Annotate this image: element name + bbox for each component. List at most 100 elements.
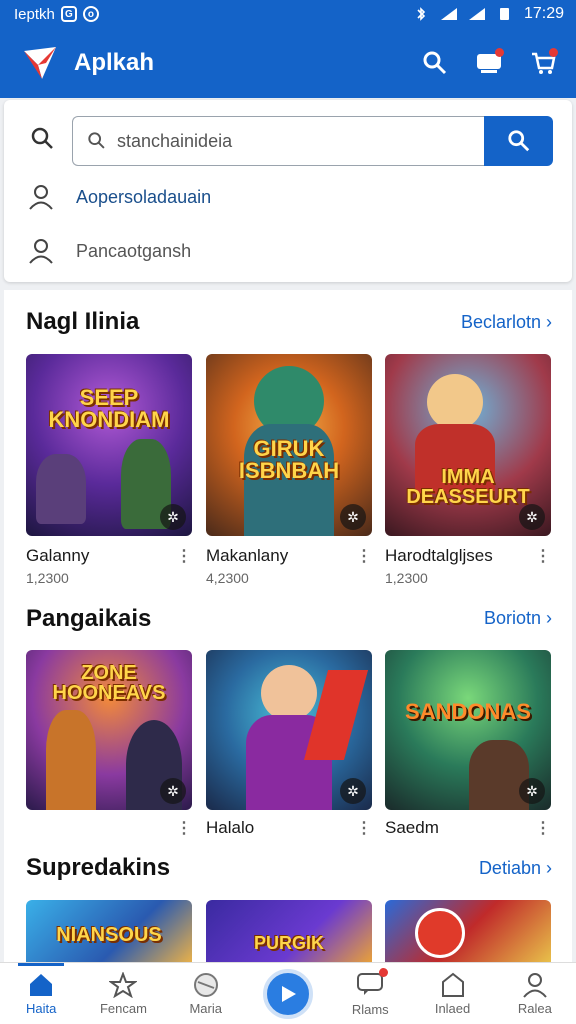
play-button[interactable] — [262, 968, 313, 1019]
chevron-right-icon: › — [546, 608, 552, 628]
person-icon — [29, 239, 53, 264]
signal-icon-2 — [468, 8, 485, 20]
game-thumbnail: ✲ — [206, 650, 372, 810]
search-input[interactable]: stanchainideia — [72, 116, 484, 166]
person-icon — [29, 185, 53, 210]
section-link-label: Detiabn — [478, 858, 541, 878]
game-art-title: SANDONAS — [405, 699, 531, 725]
section-title: Supredakins — [26, 854, 171, 881]
nav-item-favorites[interactable]: Fencam — [82, 963, 164, 1024]
nav-item-messages[interactable]: Rlams — [329, 963, 411, 1024]
section-link-label: Beclarlotn — [460, 312, 541, 332]
app-notification-icon: G — [60, 6, 77, 22]
search-button[interactable] — [420, 48, 450, 78]
status-bar: Ieptkh G o 17:29 — [0, 0, 576, 28]
more-options-icon[interactable]: ⋮ — [176, 818, 192, 838]
game-name: Saedm — [385, 818, 439, 837]
more-options-icon[interactable]: ⋮ — [176, 546, 192, 566]
game-art-title: ZONE HOONEAVS — [52, 661, 166, 704]
nav-label: Inlaed — [434, 1000, 471, 1016]
game-name: Harodtalgljses — [385, 546, 493, 565]
notification-dot — [495, 48, 504, 57]
game-card[interactable]: NIANSOUS — [26, 900, 192, 962]
battery-icon — [499, 8, 509, 20]
app-bar: Aplkah — [0, 28, 576, 98]
globe-icon — [193, 972, 218, 997]
suggestion-label: Aopersoladauain — [76, 186, 212, 207]
app-logo-icon — [24, 47, 56, 79]
game-name: Halalo — [206, 818, 255, 837]
nav-item-explore[interactable]: Maria — [165, 963, 247, 1024]
game-card[interactable]: PURGIK — [206, 900, 372, 962]
game-thumbnail: SANDONAS ✲ — [385, 650, 551, 810]
cart-button[interactable] — [528, 48, 558, 78]
more-options-icon[interactable]: ⋮ — [535, 818, 551, 838]
game-thumbnail: PURGIK — [206, 900, 372, 962]
search-icon — [88, 132, 105, 149]
home-icon — [30, 973, 53, 996]
nav-label: Rlams — [351, 1002, 389, 1017]
search-panel: stanchainideia Aopersoladauain Pancaotga… — [4, 100, 572, 282]
nav-label: Fencam — [99, 1000, 147, 1016]
game-name: Galanny — [26, 546, 90, 565]
search-suggestion[interactable]: Aopersoladauain — [28, 184, 211, 210]
section-see-all-link[interactable]: Boriotn › — [484, 608, 552, 629]
profile-icon — [523, 972, 547, 998]
nav-item-profile[interactable]: Ralea — [494, 963, 576, 1024]
game-thumbnail: GIRUK ISBNBAH ✲ — [206, 354, 372, 536]
game-card[interactable]: SANDONAS ✲ Saedm ⋮ — [385, 650, 551, 840]
bottom-navigation: Haita Fencam Maria Rlams Inlaed Ralea — [0, 962, 576, 1024]
play-icon — [281, 985, 296, 1002]
game-art-title: IMMA DEASSEURT — [406, 465, 530, 508]
download-count: 1,2300 — [26, 570, 69, 586]
game-art-title: SEEP KNONDIAM — [48, 384, 170, 432]
game-card[interactable]: SEEP KNONDIAM ✲ Galanny 1,2300 ⋮ — [26, 354, 192, 594]
nav-label: Ralea — [517, 1000, 552, 1016]
section-title: Nagl Ilinia — [26, 308, 140, 335]
game-art-title: NIANSOUS — [56, 923, 162, 946]
game-card[interactable]: GIRUK ISBNBAH ✲ Makanlany 4,2300 ⋮ — [206, 354, 372, 594]
game-card[interactable]: IMMA DEASSEURT ✲ Harodtalgljses 1,2300 ⋮ — [385, 354, 551, 594]
gear-icon: ✲ — [519, 778, 545, 804]
search-placeholder: stanchainideia — [117, 130, 233, 151]
game-art-title: GIRUK ISBNBAH — [238, 435, 340, 483]
notification-dot — [549, 48, 558, 57]
download-count: 4,2300 — [206, 570, 249, 586]
gear-icon: ✲ — [160, 504, 186, 530]
bluetooth-icon — [417, 7, 426, 21]
nav-item-home[interactable]: Haita — [0, 963, 82, 1024]
chevron-right-icon: › — [546, 858, 552, 878]
clock: 17:29 — [523, 5, 564, 22]
game-thumbnail: ZONE HOONEAVS ✲ — [26, 650, 192, 810]
game-card[interactable]: ZONE HOONEAVS ✲ ⋮ — [26, 650, 192, 840]
section-see-all-link[interactable]: Beclarlotn › — [461, 312, 552, 333]
search-suggestion[interactable]: Pancaotgansh — [28, 238, 191, 264]
game-thumbnail: SEEP KNONDIAM ✲ — [26, 354, 192, 536]
section-title: Pangaikais — [26, 605, 152, 632]
signal-icon — [440, 8, 457, 20]
gear-icon: ✲ — [340, 504, 366, 530]
game-thumbnail: NIANSOUS — [26, 900, 192, 962]
search-submit-button[interactable] — [484, 116, 553, 166]
game-name: Makanlany — [206, 546, 289, 565]
game-art-title: PURGIK — [253, 933, 324, 954]
nav-item-play[interactable] — [247, 963, 329, 1024]
chevron-right-icon: › — [546, 312, 552, 332]
nav-item-library[interactable]: Inlaed — [411, 963, 493, 1024]
gear-icon: ✲ — [519, 504, 545, 530]
nav-label: Haita — [25, 1000, 57, 1016]
section-link-label: Boriotn — [483, 608, 541, 628]
messages-button[interactable] — [474, 48, 504, 78]
game-card[interactable]: ✲ Halalo ⋮ — [206, 650, 372, 840]
game-card[interactable] — [385, 900, 551, 962]
download-count: 1,2300 — [385, 570, 428, 586]
search-icon — [507, 130, 529, 152]
more-options-icon[interactable]: ⋮ — [535, 546, 551, 566]
search-icon — [423, 51, 447, 75]
bag-icon — [441, 972, 464, 997]
more-options-icon[interactable]: ⋮ — [356, 546, 372, 566]
suggestion-label: Pancaotgansh — [76, 240, 192, 261]
more-options-icon[interactable]: ⋮ — [356, 818, 372, 838]
section-see-all-link[interactable]: Detiabn › — [479, 858, 552, 879]
app-title: Aplkah — [74, 49, 155, 76]
